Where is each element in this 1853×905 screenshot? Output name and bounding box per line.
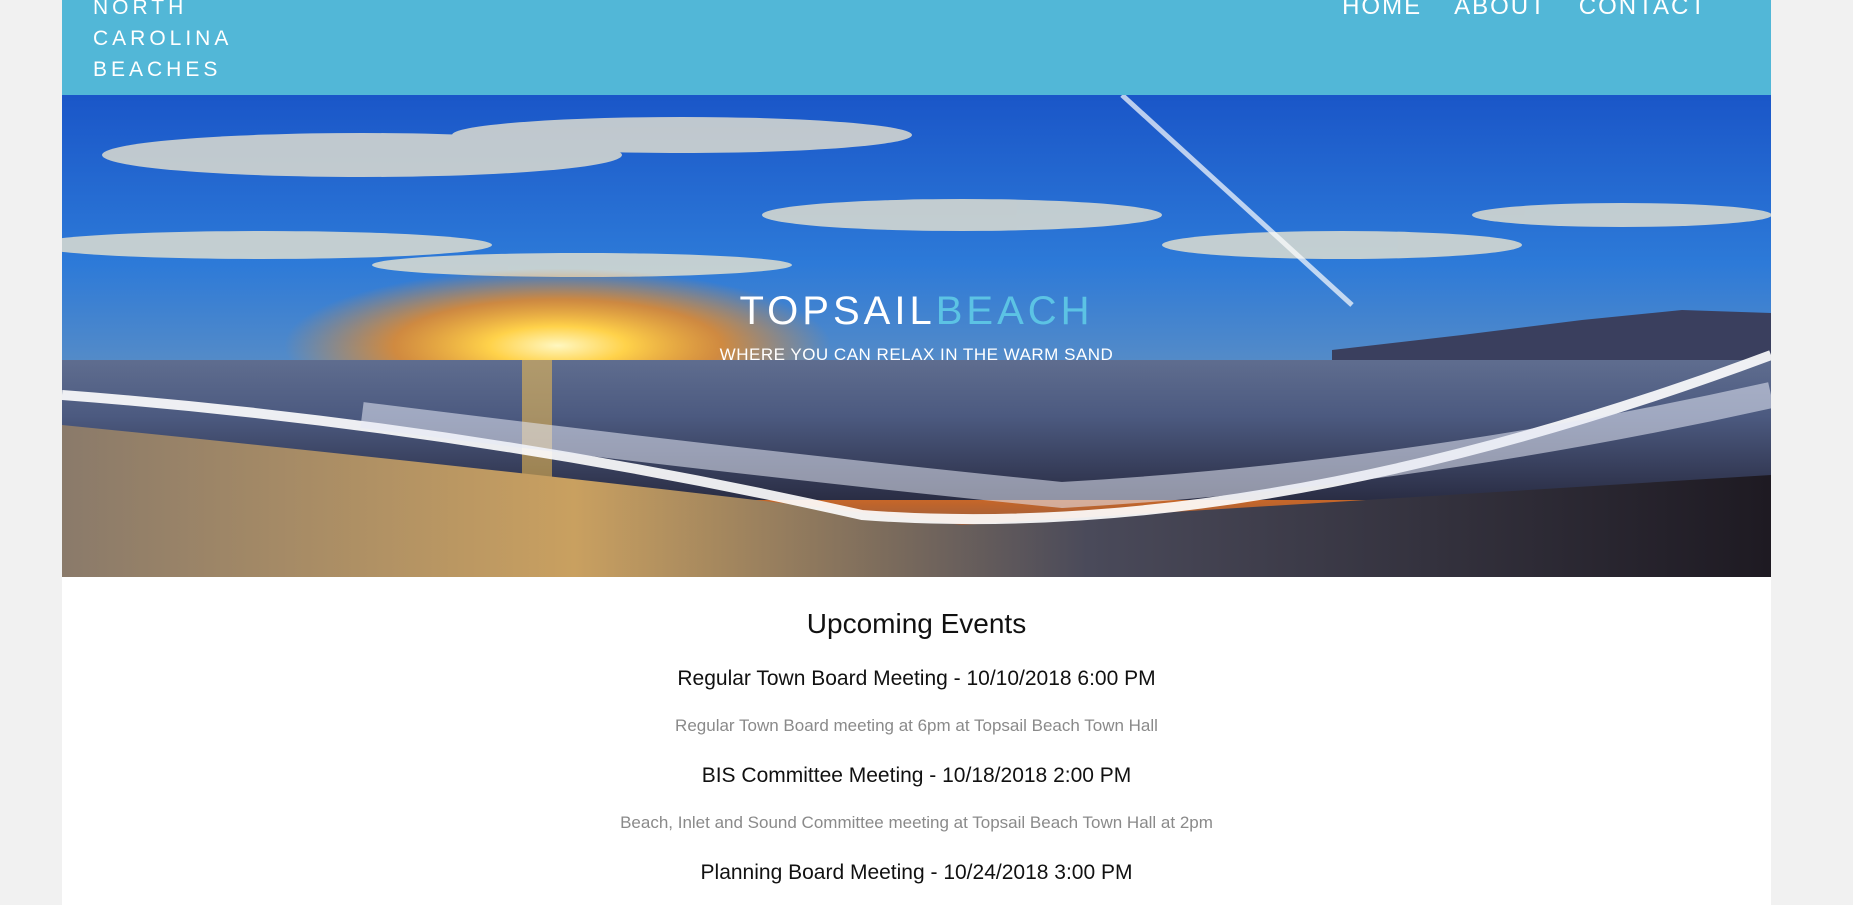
events-section: Upcoming Events Regular Town Board Meeti… xyxy=(62,577,1771,888)
event-title[interactable]: BIS Committee Meeting - 10/18/2018 2:00 … xyxy=(62,761,1771,791)
logo-line: BEACHES xyxy=(93,58,222,81)
logo-line: NORTH xyxy=(93,0,188,19)
events-heading: Upcoming Events xyxy=(806,608,1027,639)
nav-home[interactable]: HOME xyxy=(1342,0,1422,23)
hero-title-accent: BEACH xyxy=(935,289,1094,333)
nav-about[interactable]: ABOUT xyxy=(1454,0,1547,23)
event-title[interactable]: Regular Town Board Meeting - 10/10/2018 … xyxy=(62,664,1771,694)
hero-title-main: TOPSAIL xyxy=(739,289,936,333)
site-header: NORTH CAROLINA BEACHES HOME ABOUT CONTAC… xyxy=(62,0,1771,95)
page: NORTH CAROLINA BEACHES HOME ABOUT CONTAC… xyxy=(62,0,1771,905)
event-description: Beach, Inlet and Sound Committee meeting… xyxy=(620,813,1213,832)
main-nav: HOME ABOUT CONTACT xyxy=(1342,0,1707,23)
hero-beach-sunset-image xyxy=(62,95,1771,577)
event-title[interactable]: Planning Board Meeting - 10/24/2018 3:00… xyxy=(62,858,1771,888)
nav-contact[interactable]: CONTACT xyxy=(1579,0,1707,23)
event-description: Regular Town Board meeting at 6pm at Top… xyxy=(675,716,1158,735)
site-logo[interactable]: NORTH CAROLINA BEACHES xyxy=(93,0,232,85)
hero-banner: TOPSAILBEACH WHERE YOU CAN RELAX IN THE … xyxy=(62,95,1771,577)
hero-subtitle: WHERE YOU CAN RELAX IN THE WARM SAND xyxy=(719,345,1114,364)
hero-title: TOPSAILBEACH xyxy=(62,289,1771,334)
logo-line: CAROLINA xyxy=(93,27,233,50)
